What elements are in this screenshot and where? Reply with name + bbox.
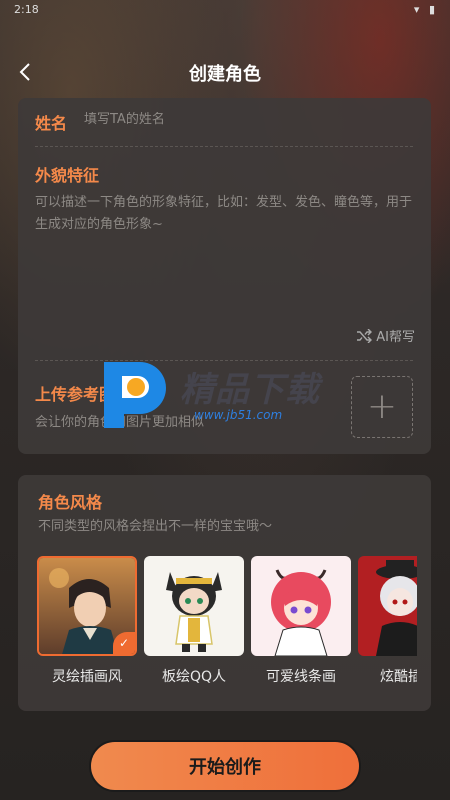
name-input[interactable] <box>84 112 384 127</box>
upload-image-button[interactable]: + <box>351 376 413 438</box>
style-thumbnail <box>358 556 417 656</box>
watermark-logo-icon <box>104 362 166 428</box>
appearance-label: 外貌特征 <box>35 166 100 185</box>
style-item-linghui[interactable]: ✓ 灵绘插画风 <box>37 556 137 686</box>
ai-help-label: AI帮写 <box>376 330 415 345</box>
style-name: 炫酷插画 <box>380 669 417 685</box>
name-label: 姓名 <box>35 114 68 133</box>
ai-help-button[interactable]: AI帮写 <box>356 326 415 345</box>
header: 创建角色 <box>0 50 450 94</box>
style-item-qq[interactable]: 板绘QQ人 <box>144 556 244 686</box>
start-create-label: 开始创作 <box>189 757 261 778</box>
style-card: 角色风格 不同类型的风格会捏出不一样的宝宝哦～ ✓ 灵绘插画风 板绘QQ人 可爱… <box>18 475 431 711</box>
page-title: 创建角色 <box>189 64 261 85</box>
status-icons: ▾ ▮ <box>413 3 438 16</box>
shuffle-icon <box>357 328 373 343</box>
style-thumbnail <box>144 556 244 656</box>
check-icon: ✓ <box>113 632 135 654</box>
style-thumbnail: ✓ <box>37 556 137 656</box>
style-thumbnail <box>251 556 351 656</box>
watermark: 精品下载 www.jb51.com <box>96 356 356 430</box>
style-name: 板绘QQ人 <box>161 669 227 685</box>
style-item-cool[interactable]: 炫酷插画 <box>358 556 417 686</box>
divider <box>35 146 413 147</box>
appearance-textarea[interactable] <box>35 192 415 322</box>
style-image-qq <box>144 556 244 656</box>
style-name: 灵绘插画风 <box>52 669 122 685</box>
style-item-cute[interactable]: 可爱线条画 <box>251 556 351 686</box>
plus-icon: + <box>366 386 398 427</box>
style-description: 不同类型的风格会捏出不一样的宝宝哦～ <box>38 519 273 534</box>
style-name: 可爱线条画 <box>266 669 336 685</box>
style-list: ✓ 灵绘插画风 板绘QQ人 可爱线条画 炫酷插 <box>37 556 417 686</box>
name-row: 姓名 <box>35 110 67 134</box>
watermark-text: 精品下载 <box>180 370 320 410</box>
status-bar: 2:18 ▾ ▮ <box>0 0 450 22</box>
start-create-button[interactable]: 开始创作 <box>89 740 361 792</box>
style-image-cool <box>358 556 417 656</box>
status-time: 2:18 <box>14 3 39 16</box>
watermark-url: www.jb51.com <box>194 408 283 422</box>
style-image-cute <box>251 556 351 656</box>
style-label: 角色风格 <box>38 493 103 512</box>
